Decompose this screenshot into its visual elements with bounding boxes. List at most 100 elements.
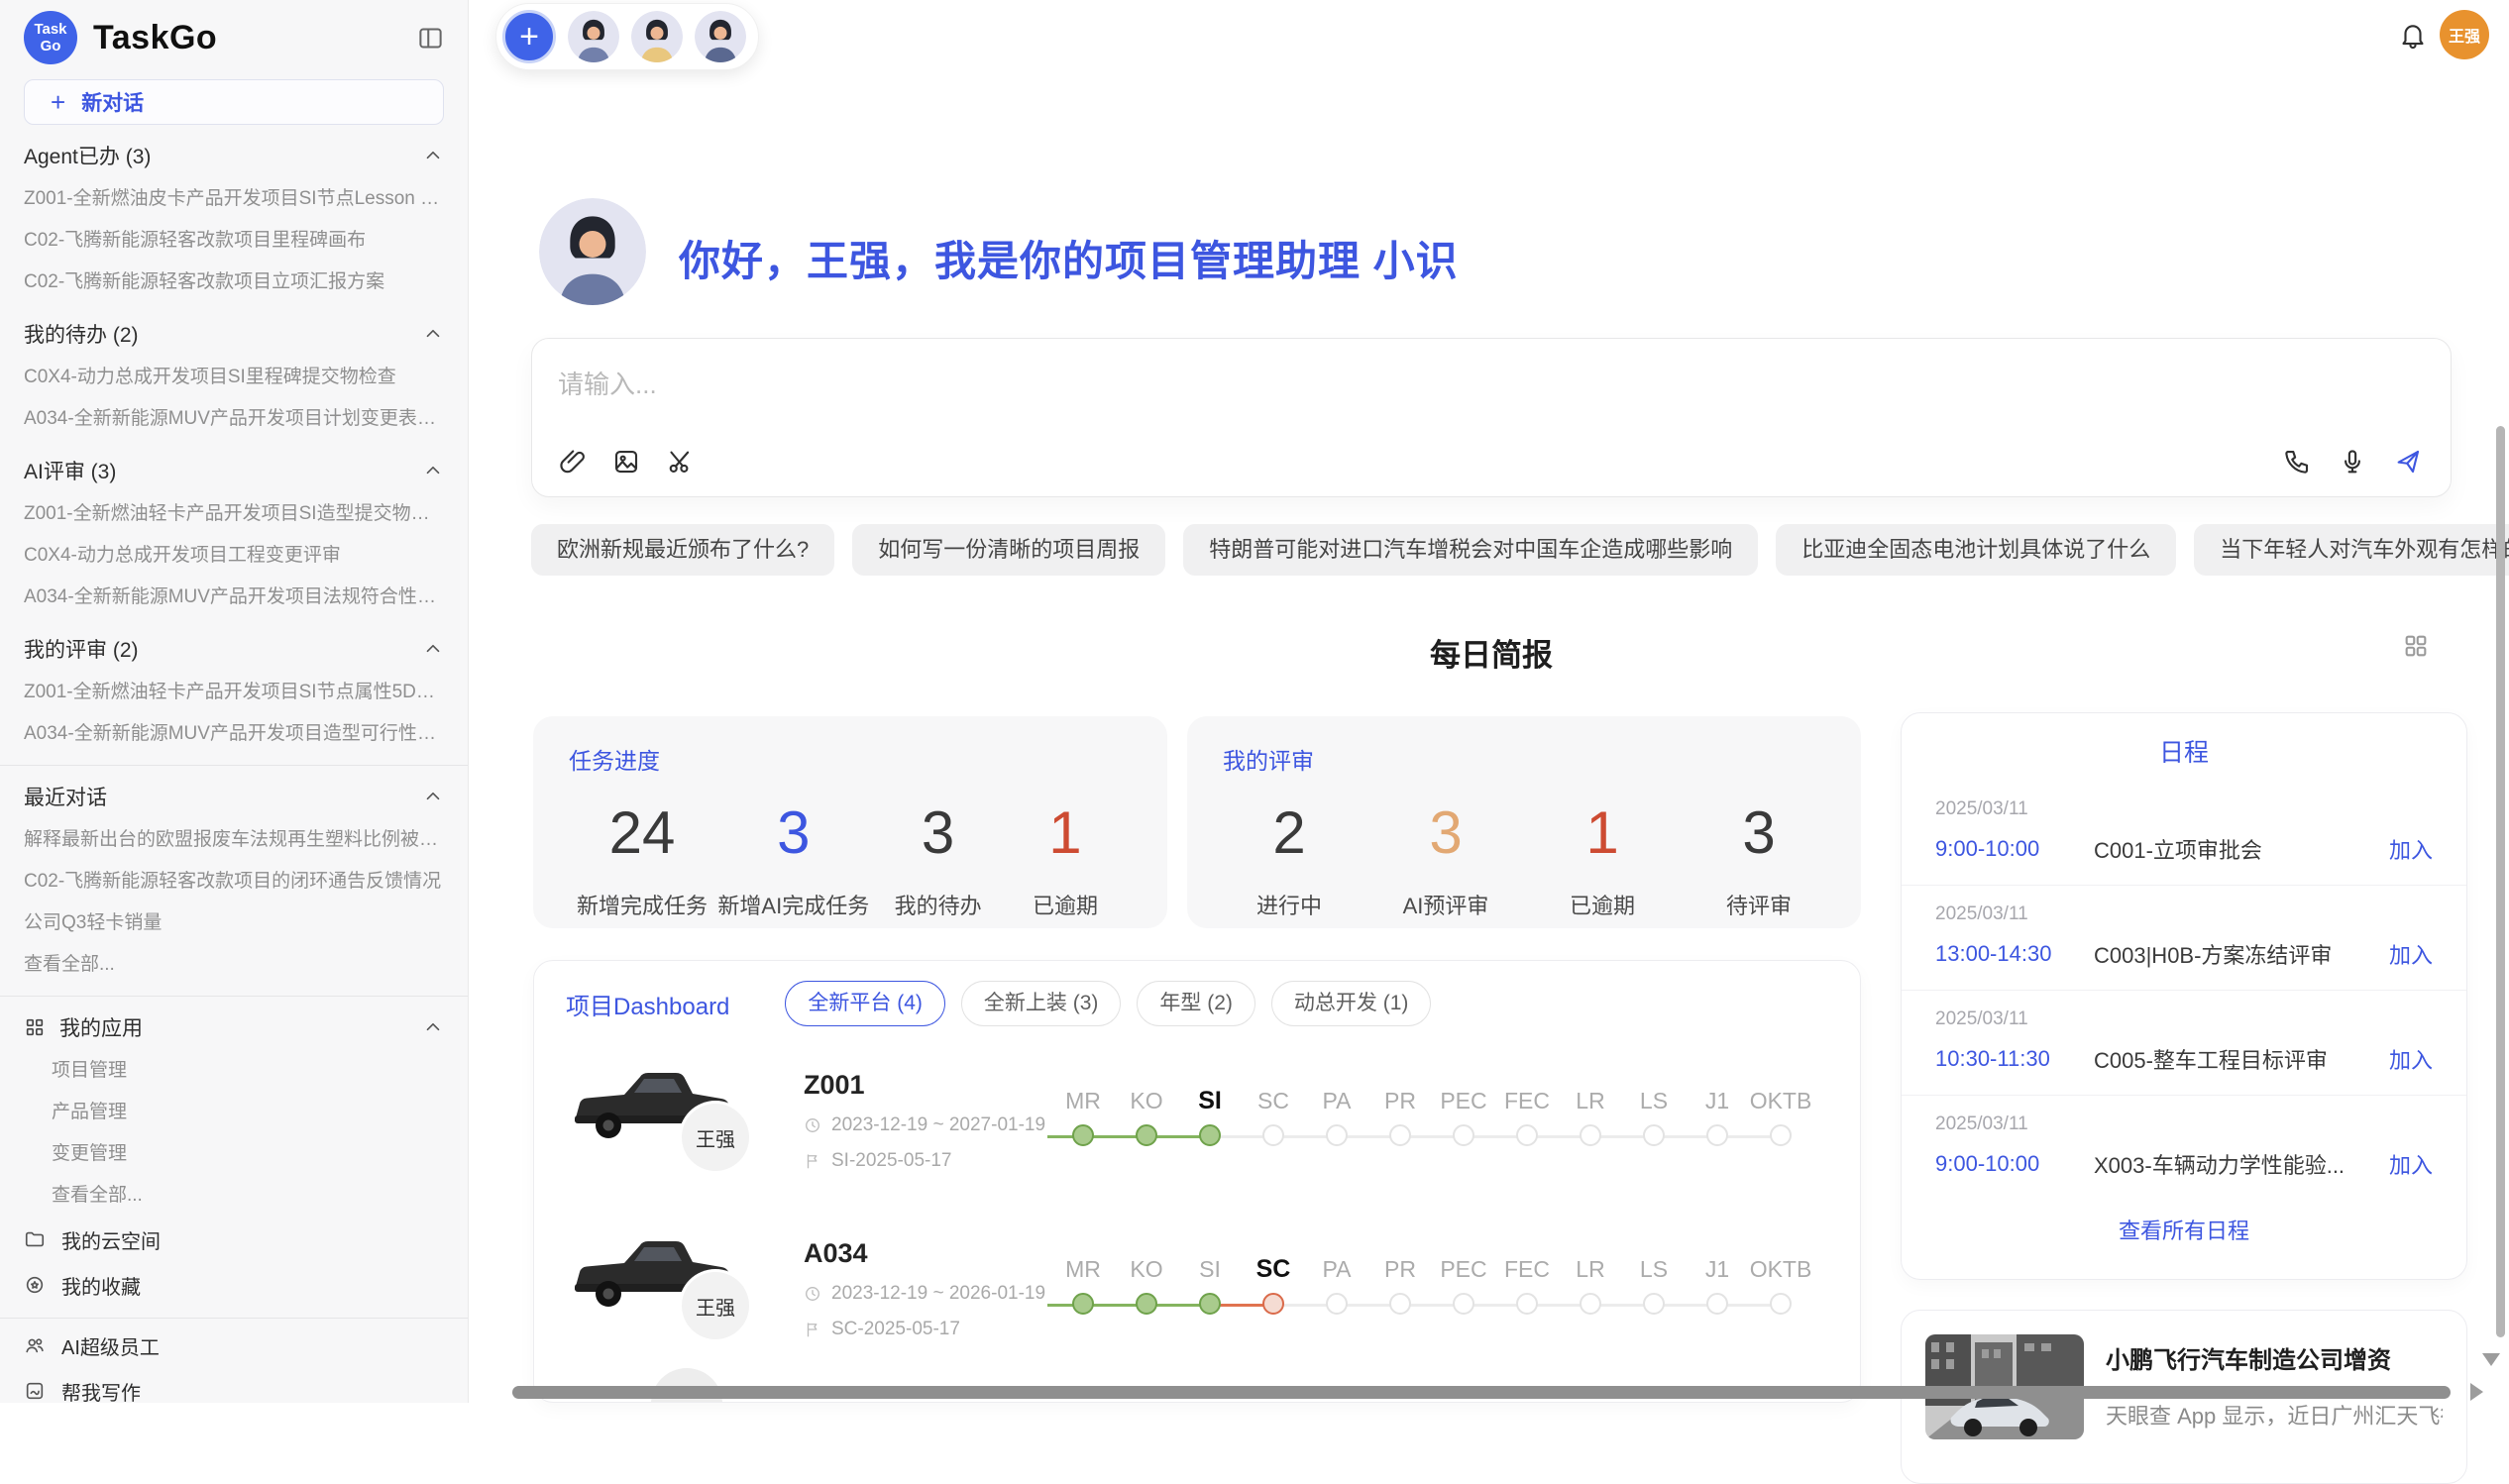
teammate-avatar-1[interactable]: [568, 11, 619, 62]
stat-row: 24新增完成任务3新增AI完成任务3我的待办1已逾期: [569, 803, 1132, 920]
filter-chip[interactable]: 年型 (2): [1137, 981, 1255, 1026]
suggestion-chip[interactable]: 如何写一份清晰的项目周报: [852, 524, 1165, 576]
join-meeting-link[interactable]: 加入: [2389, 1043, 2433, 1075]
flag-icon: [804, 1152, 821, 1170]
milestone: SC: [1242, 1252, 1305, 1325]
milestone-label: PA: [1305, 1252, 1368, 1286]
dashboard-header: 项目Dashboard 全新平台 (4)全新上装 (3)年型 (2)动总开发 (…: [566, 981, 1828, 1026]
project-owner-badge: 王强: [682, 1272, 749, 1339]
project-row[interactable]: 王强Z0012023-12-19 ~ 2027-01-19SI-2025-05-…: [566, 1046, 1828, 1195]
filter-chip[interactable]: 全新上装 (3): [961, 981, 1122, 1026]
sidebar-app-item[interactable]: 查看全部...: [24, 1175, 444, 1217]
join-meeting-link[interactable]: 加入: [2389, 1148, 2433, 1180]
attachment-icon[interactable]: [558, 447, 588, 477]
sidebar-task-item[interactable]: Z001-全新燃油轻卡产品开发项目SI造型提交物评审: [24, 493, 444, 535]
user-avatar[interactable]: 王强: [2440, 10, 2489, 59]
sidebar-group-header[interactable]: AI评审 (3): [24, 448, 444, 493]
milestone: SI: [1178, 1252, 1242, 1325]
add-member-button[interactable]: +: [502, 10, 556, 63]
stat-label: 已逾期: [1007, 889, 1124, 920]
scissors-icon[interactable]: [665, 447, 695, 477]
chevron-up-icon: [422, 1016, 444, 1038]
suggestion-chip[interactable]: 特朗普可能对进口汽车增税会对中国车企造成哪些影响: [1183, 524, 1758, 576]
collapse-sidebar-icon[interactable]: [417, 25, 444, 52]
milestone: OKTB: [1749, 1252, 1812, 1325]
milestone-label: PR: [1368, 1252, 1432, 1286]
milestone-label: KO: [1115, 1252, 1178, 1286]
sidebar-task-item[interactable]: C02-飞腾新能源轻客改款项目立项汇报方案: [24, 262, 444, 303]
filter-chip[interactable]: 全新平台 (4): [785, 981, 945, 1026]
sidebar-divider: [0, 1318, 468, 1319]
sidebar-app-item[interactable]: 变更管理: [24, 1133, 444, 1175]
teammate-avatar-3[interactable]: [695, 11, 746, 62]
milestone-dot: [1580, 1293, 1601, 1315]
sidebar-tool-item[interactable]: 帮我写作: [24, 1368, 444, 1403]
sidebar-divider: [0, 765, 468, 766]
project-row[interactable]: 王强A0342023-12-19 ~ 2026-01-19SC-2025-05-…: [566, 1215, 1828, 1363]
sidebar-app-item[interactable]: 产品管理: [24, 1092, 444, 1133]
sidebar-chat-item[interactable]: 查看全部...: [24, 944, 444, 986]
suggestion-chip[interactable]: 欧洲新规最近颁布了什么?: [531, 524, 834, 576]
sidebar-tool-item[interactable]: AI超级员工: [24, 1323, 444, 1368]
phone-call-icon[interactable]: [2282, 447, 2312, 477]
input-toolbar-right: [2282, 447, 2423, 477]
project-flag: SI-2025-05-17: [804, 1150, 1051, 1172]
sidebar-task-item[interactable]: C0X4-动力总成开发项目工程变更评审: [24, 535, 444, 577]
sidebar-group-header[interactable]: 我的待办 (2): [24, 311, 444, 357]
horizontal-scrollbar[interactable]: [512, 1386, 2451, 1399]
milestone-dot: [1770, 1293, 1792, 1315]
vertical-scrollbar[interactable]: [2496, 426, 2505, 1337]
chevron-up-icon: [422, 145, 444, 166]
sidebar-task-item[interactable]: A034-全新新能源MUV产品开发项目造型可行性评审: [24, 713, 444, 755]
join-meeting-link[interactable]: 加入: [2389, 833, 2433, 865]
scroll-down-arrow-icon[interactable]: [2482, 1353, 2500, 1366]
join-meeting-link[interactable]: 加入: [2389, 938, 2433, 970]
suggestion-chip[interactable]: 比亚迪全固态电池计划具体说了什么: [1776, 524, 2176, 576]
sidebar-item-cloud-space[interactable]: 我的云空间: [24, 1217, 444, 1262]
microphone-icon[interactable]: [2338, 447, 2367, 477]
milestone-label: LS: [1622, 1084, 1686, 1117]
sidebar-task-item[interactable]: A034-全新新能源MUV产品开发项目计划变更表编写: [24, 398, 444, 440]
apps-grid-icon: [24, 1016, 46, 1038]
sidebar-chat-item[interactable]: 公司Q3轻卡销量: [24, 902, 444, 944]
milestone-dot-track: [1749, 1286, 1812, 1325]
milestone-label: SC: [1242, 1084, 1305, 1117]
sidebar-group-header[interactable]: Agent已办 (3): [24, 133, 444, 178]
stat-label: 我的待办: [880, 889, 997, 920]
milestone-dot: [1326, 1124, 1348, 1146]
chat-input[interactable]: 请输入...: [531, 338, 2452, 497]
sidebar-chat-item[interactable]: 解释最新出台的欧盟报废车法规再生塑料比例被调至15%...: [24, 819, 444, 861]
sidebar-group-header[interactable]: 最近对话: [24, 774, 444, 819]
sidebar-item-favorites[interactable]: 我的收藏: [24, 1262, 444, 1308]
sidebar-task-item[interactable]: C0X4-动力总成开发项目SI里程碑提交物检查: [24, 357, 444, 398]
scroll-right-arrow-icon[interactable]: [2470, 1383, 2483, 1401]
stat: 1已逾期: [1007, 803, 1124, 920]
send-icon[interactable]: [2393, 447, 2423, 477]
notification-bell-icon[interactable]: [2398, 20, 2428, 50]
new-chat-button[interactable]: + 新对话: [24, 79, 444, 125]
sidebar-group-label: 我的评审 (2): [24, 634, 422, 664]
milestone-dot: [1453, 1293, 1474, 1315]
stat: 3新增AI完成任务: [717, 803, 869, 920]
suggestion-chip[interactable]: 当下年轻人对汽车外观有怎样的喜好趋势: [2194, 524, 2509, 576]
view-all-schedule-link[interactable]: 查看所有日程: [1902, 1214, 2466, 1245]
sidebar-app-item[interactable]: 项目管理: [24, 1050, 444, 1092]
briefing-title: 每日简报: [1430, 638, 1553, 673]
sidebar-task-item[interactable]: C02-飞腾新能源轻客改款项目里程碑画布: [24, 220, 444, 262]
milestone: PA: [1305, 1084, 1368, 1157]
sidebar-chat-item[interactable]: C02-飞腾新能源轻客改款项目的闭环通告反馈情况: [24, 861, 444, 902]
event-title: C003|H0B-方案冻结评审: [2094, 938, 2375, 970]
project-flag-label: SI-2025-05-17: [831, 1150, 951, 1172]
sidebar-task-item[interactable]: Z001-全新燃油皮卡产品开发项目SI节点Lesson Learn报告: [24, 178, 444, 220]
sidebar-task-item[interactable]: A034-全新新能源MUV产品开发项目法规符合性评审: [24, 577, 444, 618]
teammate-avatar-2[interactable]: [631, 11, 683, 62]
sidebar-task-item[interactable]: Z001-全新燃油轻卡产品开发项目SI节点属性5D文件评审: [24, 672, 444, 713]
event-title: C001-立项审批会: [2094, 833, 2375, 865]
layout-grid-icon[interactable]: [2402, 632, 2430, 660]
sidebar-group-header[interactable]: 我的评审 (2): [24, 626, 444, 672]
milestone-label: MR: [1051, 1084, 1115, 1117]
milestone: PA: [1305, 1252, 1368, 1325]
image-upload-icon[interactable]: [611, 447, 641, 477]
sidebar-item-my-apps[interactable]: 我的应用: [24, 1005, 444, 1050]
filter-chip[interactable]: 动总开发 (1): [1271, 981, 1432, 1026]
